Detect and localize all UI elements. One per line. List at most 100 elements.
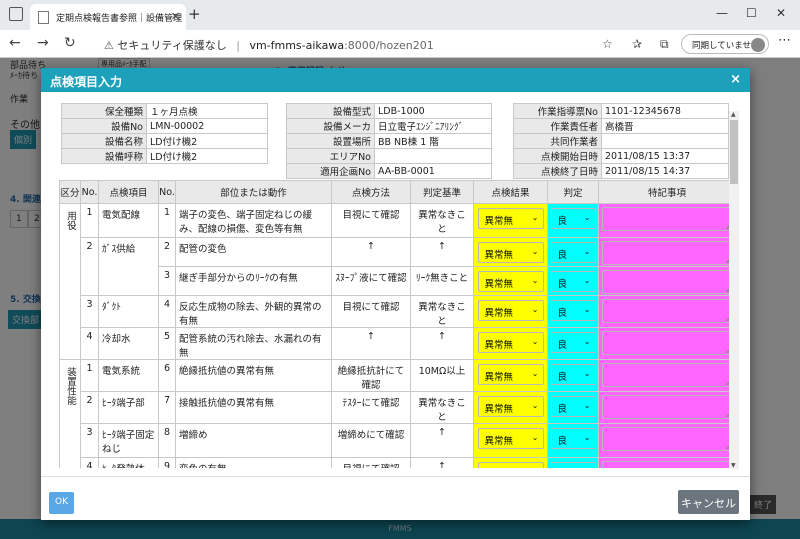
judge-select[interactable]: 良⌄ [550, 332, 596, 353]
judge-select[interactable]: 良⌄ [550, 242, 596, 263]
group-label: 装置性能 [65, 367, 76, 405]
scroll-thumb[interactable] [730, 120, 738, 184]
sync-label: 同期していません [692, 41, 760, 51]
modal-scrollbar[interactable]: ▲ ▼ [729, 111, 739, 469]
info-label: 作業指導票No [513, 103, 602, 119]
judge-select[interactable]: 良⌄ [550, 300, 596, 321]
result-select[interactable]: 異常無⌄ [477, 462, 544, 468]
judge-cell: 良⌄ [547, 237, 599, 267]
result-select[interactable]: 異常無⌄ [477, 271, 544, 292]
note-textarea[interactable]: ◢ [602, 270, 733, 294]
note-cell: ◢ [598, 457, 736, 468]
browser-tab[interactable]: 定期点検報告書参照｜設備管理 ✕ [30, 4, 186, 30]
criteria: ↑ [410, 423, 474, 458]
info-table-left: 保全種類 １ヶ月点検 設備No LMN-00002 設備名称 LD付け機2 設備呼称 LD付け… [61, 103, 268, 164]
result-cell: 異常無 ⌄ [473, 327, 548, 360]
ok-button[interactable]: OK [49, 492, 74, 514]
result-select[interactable]: 異常無⌄ [477, 364, 544, 385]
method: ↑ [331, 327, 411, 360]
judge-select[interactable]: 良⌄ [550, 364, 596, 385]
judge-select[interactable]: 良⌄ [550, 208, 596, 229]
method: 目視にて確認 [331, 203, 411, 238]
item-no: 2 [80, 391, 99, 424]
item-name: ｶﾞｽ供給 [98, 237, 159, 267]
info-label: 設備No [61, 118, 147, 134]
info-label: エリアNo [286, 148, 375, 164]
note-textarea[interactable]: ◢ [602, 363, 733, 387]
cancel-button[interactable]: キャンセル [678, 490, 739, 514]
part-description: 絶縁抵抗値の異常有無 [175, 359, 332, 392]
result-value: 異常無 [484, 404, 514, 415]
note-cell: ◢ [598, 237, 736, 267]
scroll-down-icon[interactable]: ▼ [731, 462, 736, 469]
judge-value: 良 [557, 250, 568, 261]
info-label: 点検終了日時 [513, 163, 602, 179]
note-textarea[interactable]: ◢ [602, 461, 733, 468]
chevron-down-icon: ⌄ [583, 337, 591, 346]
result-select[interactable]: 異常無⌄ [477, 300, 544, 321]
item-name: 電気配線 [98, 203, 159, 238]
judge-cell: 良⌄ [547, 457, 599, 468]
note-textarea[interactable]: ◢ [602, 331, 733, 355]
note-textarea[interactable]: ◢ [602, 241, 733, 265]
result-cell: 異常無 ⌄ [473, 237, 548, 267]
column-header: 判定基準 [410, 180, 474, 204]
info-table-right: 作業指導票No 1101-12345678 作業責任者 高橋晋 共同作業者 点検開始日時 2… [513, 103, 729, 179]
item-no: 4 [80, 327, 99, 360]
note-cell: ◢ [598, 203, 736, 238]
tab-close-icon[interactable]: ✕ [171, 10, 180, 23]
scroll-up-icon[interactable]: ▲ [731, 111, 736, 118]
favorite-add-icon[interactable]: ☆ [602, 37, 613, 51]
column-header: 特記事項 [598, 180, 736, 204]
item-name: ﾋｰﾀ端子固定ねじ [98, 423, 159, 458]
result-select[interactable]: 異常無⌄ [477, 208, 544, 229]
note-textarea[interactable]: ◢ [602, 299, 733, 323]
result-select[interactable]: 異常無⌄ [477, 396, 544, 417]
result-value: 異常無 [484, 216, 514, 227]
sync-button[interactable]: 同期していません [681, 34, 769, 54]
note-textarea[interactable]: ◢ [602, 395, 733, 419]
result-cell: 異常無 ⌄ [473, 423, 548, 458]
settings-menu-icon[interactable]: ⋯ [778, 33, 791, 48]
window-close-icon[interactable]: ✕ [776, 6, 786, 20]
judge-select[interactable]: 良⌄ [550, 462, 596, 468]
modal-footer: OK キャンセル [41, 476, 750, 520]
judge-select[interactable]: 良⌄ [550, 271, 596, 292]
reload-icon[interactable]: ↻ [64, 35, 76, 51]
criteria: ﾘｰｸ無きこと [410, 266, 474, 296]
url-field[interactable]: ⚠ セキュリティ保護なし | vm-fmms-aikawa:8000/hozen… [90, 33, 650, 55]
note-cell: ◢ [598, 266, 736, 296]
maximize-icon[interactable]: ☐ [746, 6, 757, 20]
warning-icon: ⚠ [104, 39, 114, 52]
forward-icon[interactable]: → [37, 35, 49, 51]
security-label: セキュリティ保護なし [117, 39, 227, 52]
tab-title: 定期点検報告書参照｜設備管理 [56, 14, 183, 24]
method: 増締めにて確認 [331, 423, 411, 458]
table-row: 3 ﾀﾞｸﾄ 4 反応生成物の除去、外観的異常の有無 目視にて確認 異常なきこと 異常無 ⌄ 良… [60, 295, 736, 328]
tab-actions-icon[interactable] [9, 7, 23, 21]
judge-cell: 良⌄ [547, 266, 599, 296]
collections-icon[interactable]: ⧉ [660, 37, 669, 52]
chevron-down-icon: ⌄ [532, 467, 539, 468]
note-textarea[interactable]: ◢ [602, 427, 733, 451]
result-select[interactable]: 異常無⌄ [477, 332, 544, 353]
new-tab-icon[interactable]: + [188, 5, 201, 23]
result-select[interactable]: 異常無⌄ [477, 242, 544, 263]
column-header: No. [80, 180, 99, 204]
info-label: 設置場所 [286, 133, 375, 149]
judge-select[interactable]: 良⌄ [550, 428, 596, 449]
chevron-down-icon: ⌄ [531, 433, 539, 442]
part-description: 反応生成物の除去、外観的異常の有無 [175, 295, 332, 328]
table-row: 2ﾋｰﾀ端子部7接触抵抗値の異常有無ﾃｽﾀｰにて確認異常なきこと異常無⌄良⌄◢ [60, 391, 736, 424]
inspection-table: 区分 No. 点検項目 No. 部位または動作 点検方法 判定基準 点検結果 判定 特記事項 用役… [59, 180, 736, 468]
modal-close-icon[interactable]: × [730, 72, 741, 87]
table-row: 装置性能 1 電気系統 6 絶縁抵抗値の異常有無 絶縁抵抗計にて確認 10MΩ以上 異常無 ⌄ 良… [59, 359, 736, 468]
minimize-icon[interactable]: — [716, 6, 728, 20]
note-textarea[interactable]: ◢ [602, 207, 733, 231]
judge-select[interactable]: 良⌄ [550, 396, 596, 417]
back-icon[interactable]: ← [9, 35, 21, 51]
result-select[interactable]: 異常無⌄ [477, 428, 544, 449]
judge-value: 良 [557, 340, 568, 351]
favorites-icon[interactable]: ✰ [632, 37, 642, 51]
method: 絶縁抵抗計にて確認 [331, 359, 411, 392]
